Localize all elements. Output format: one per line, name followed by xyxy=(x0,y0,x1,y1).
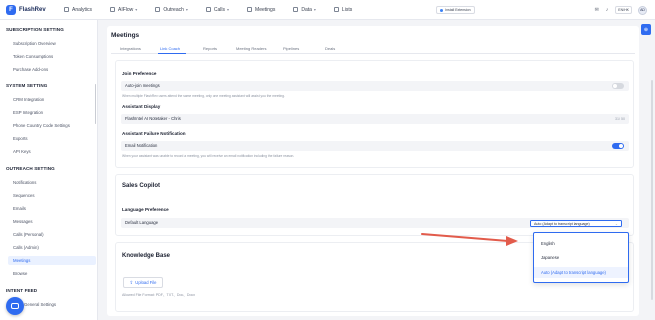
sidebar-item-notifications[interactable]: Notifications xyxy=(13,178,97,187)
join-preference-label: Join Preference xyxy=(122,71,157,76)
assistant-settings-card: Join Preference Auto-join meetings When … xyxy=(115,60,634,168)
top-bar: F FlashRev Analytics AIFlow ▾ Outreach ▾ C… xyxy=(0,0,655,20)
sales-copilot-title: Sales Copilot xyxy=(122,183,161,189)
chevron-down-icon: ⌄ xyxy=(614,221,618,226)
upload-file-button[interactable]: ⇪ Upload File xyxy=(123,277,163,288)
sidebar-item-calls-personal[interactable]: Calls (Personal) xyxy=(13,230,97,239)
auto-join-row: Auto-join meetings xyxy=(121,81,629,91)
gift-icon[interactable]: ✉ xyxy=(595,7,599,13)
flashrev-logo-icon: F xyxy=(6,4,16,15)
sidebar-item-messages[interactable]: Messages xyxy=(13,217,97,226)
nav-aiflow[interactable]: AIFlow ▾ xyxy=(110,7,137,13)
chat-glyph xyxy=(11,303,19,309)
sidebar-group-intent-feed: INTENT FEED xyxy=(6,288,38,293)
annotation-arrow xyxy=(421,233,518,246)
auto-join-toggle[interactable] xyxy=(612,83,624,89)
language-option-auto[interactable]: Auto (Adapt to transcript language) xyxy=(534,267,628,278)
nav-meetings[interactable]: Meetings xyxy=(247,7,275,13)
active-tab-indicator xyxy=(158,52,186,54)
page-title: Meetings xyxy=(111,32,140,39)
meeting-tabs: Integrations Link Coach Reports Meeting … xyxy=(111,44,635,54)
sidebar-item-token-consumptions[interactable]: Token Consumptions xyxy=(13,52,97,61)
sidebar-scrollbar[interactable] xyxy=(94,84,96,124)
sidebar-item-esp-integration[interactable]: ESP Integration xyxy=(13,108,97,117)
assistant-display-value: FlashIntel AI Notetaker - Chris xyxy=(125,116,181,122)
panel-icon[interactable]: ⊕ xyxy=(641,24,651,35)
chevron-down-icon: ▾ xyxy=(135,7,138,12)
upload-icon: ⇪ xyxy=(129,279,134,285)
nav-analytics[interactable]: Analytics xyxy=(64,7,92,13)
settings-sidebar: SUBSCRIPTION SETTING Subscription Overvi… xyxy=(0,20,98,320)
allowed-formats-hint: Allowed File Format: PDF、TXT、Doc、Docx xyxy=(122,293,196,297)
sidebar-item-api-keys[interactable]: API Keys xyxy=(13,147,97,156)
tab-deals[interactable]: Deals xyxy=(325,46,335,51)
chevron-down-icon: ▾ xyxy=(227,7,230,12)
nav-outreach[interactable]: Outreach ▾ xyxy=(155,7,188,13)
tab-reports[interactable]: Reports xyxy=(203,46,217,51)
page-scrollbar[interactable] xyxy=(651,80,653,300)
sidebar-item-emails[interactable]: Emails xyxy=(13,204,97,213)
data-icon xyxy=(293,7,299,12)
meetings-icon xyxy=(247,7,253,12)
tab-pipelines[interactable]: Pipelines xyxy=(283,46,299,51)
join-preference-hint: When multiple FlashRev users attend the … xyxy=(122,94,285,98)
tab-link-coach[interactable]: Link Coach xyxy=(160,46,180,51)
bell-icon[interactable]: ♪ xyxy=(606,7,609,13)
assistant-failure-hint: When your assistant was unable to record… xyxy=(122,154,295,158)
default-language-row: Default Language Auto (Adapt to transcri… xyxy=(121,218,629,228)
auto-join-label: Auto-join meetings xyxy=(125,83,160,89)
default-language-label: Default Language xyxy=(125,220,159,226)
assistant-display-label: Assistant Display xyxy=(122,104,161,109)
phone-icon xyxy=(205,7,211,12)
language-switch[interactable]: EN/HK xyxy=(615,6,632,14)
char-count: 31/ 50 xyxy=(615,116,625,121)
chevron-down-icon: ▾ xyxy=(313,7,316,12)
sidebar-item-meetings[interactable]: Meetings xyxy=(8,256,96,265)
logo[interactable]: F FlashRev xyxy=(6,4,54,15)
tab-meeting-readers[interactable]: Meeting Readers xyxy=(236,46,266,51)
email-notification-row: Email Notification xyxy=(121,141,629,151)
sidebar-group-system: SYSTEM SETTING xyxy=(6,83,48,88)
sidebar-item-phone-country-code[interactable]: Phone Country Code Settings xyxy=(13,121,97,130)
extension-icon xyxy=(440,8,444,12)
email-notification-toggle[interactable] xyxy=(612,143,624,149)
sidebar-item-calls-admin[interactable]: Calls (Admin) xyxy=(13,243,97,252)
language-option-japanese[interactable]: Japanese xyxy=(534,252,628,263)
list-icon xyxy=(333,7,339,12)
sidebar-group-outreach: OUTREACH SETTING xyxy=(6,166,55,171)
chevron-down-icon: ▾ xyxy=(185,7,188,12)
language-option-english[interactable]: English xyxy=(534,238,628,249)
outreach-icon xyxy=(155,7,161,12)
nav-calls[interactable]: Calls ▾ xyxy=(205,7,230,13)
sidebar-item-purchase-addons[interactable]: Purchase Add-ons xyxy=(13,65,97,74)
tab-integrations[interactable]: Integrations xyxy=(120,46,141,51)
email-notification-label: Email Notification xyxy=(125,143,158,149)
sidebar-group-subscription: SUBSCRIPTION SETTING xyxy=(6,27,64,32)
avatar[interactable]: AD xyxy=(638,5,647,15)
language-select-value: Auto (Adapt to transcript language) xyxy=(534,221,590,226)
nav-lists[interactable]: Lists xyxy=(333,7,352,13)
assistant-failure-label: Assistant Failure Notification xyxy=(122,131,186,136)
aiflow-icon xyxy=(110,7,116,12)
assistant-display-input[interactable]: FlashIntel AI Notetaker - Chris 31/ 50 xyxy=(121,114,629,124)
language-select[interactable]: Auto (Adapt to transcript language) ⌄ xyxy=(530,219,622,227)
toggle-knob xyxy=(612,83,618,89)
brand-name: FlashRev xyxy=(19,6,46,13)
sidebar-item-subscription-overview[interactable]: Subscription Overview xyxy=(13,39,97,48)
sidebar-item-exports[interactable]: Exports xyxy=(13,134,97,143)
sidebar-item-general-settings[interactable]: General Settings xyxy=(24,300,96,309)
knowledge-base-title: Knowledge Base xyxy=(122,253,171,259)
install-extension-button[interactable]: Install Extension xyxy=(436,6,475,14)
sales-copilot-card: Sales Copilot Language Preference Defaul… xyxy=(115,174,634,236)
nav-data[interactable]: Data ▾ xyxy=(293,7,316,13)
sidebar-item-sequences[interactable]: Sequences xyxy=(13,191,97,200)
main-nav: Analytics AIFlow ▾ Outreach ▾ Calls ▾ Meeti… xyxy=(64,7,370,13)
language-dropdown-menu: English Japanese Auto (Adapt to transcri… xyxy=(533,232,629,283)
sidebar-item-browse[interactable]: Browse xyxy=(13,269,97,278)
toggle-knob xyxy=(618,143,624,149)
language-preference-label: Language Preference xyxy=(122,207,169,212)
analytics-icon xyxy=(64,7,69,12)
sidebar-item-crm-integration[interactable]: CRM Integration xyxy=(13,95,97,104)
chat-icon[interactable] xyxy=(6,297,24,315)
